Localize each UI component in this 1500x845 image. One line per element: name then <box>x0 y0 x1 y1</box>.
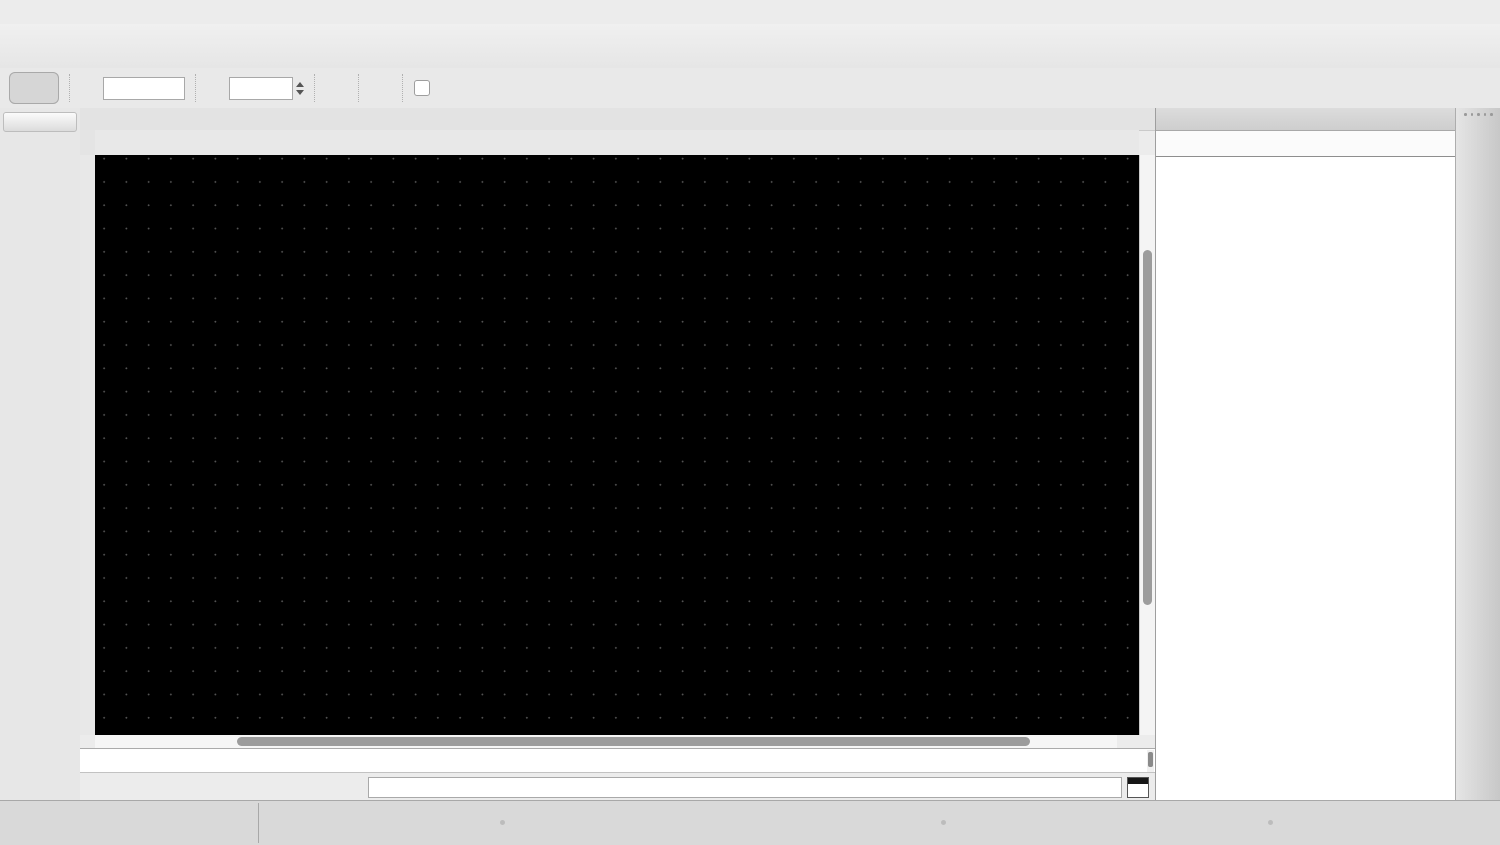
vertical-ruler <box>80 155 96 735</box>
command-input[interactable] <box>368 777 1122 798</box>
clipping-checkbox[interactable] <box>414 80 430 96</box>
horizontal-scrollbar-row <box>80 735 1155 748</box>
status-dot <box>1268 820 1273 825</box>
command-history <box>80 748 1155 773</box>
keyboard-toggle-button[interactable] <box>1127 777 1149 798</box>
number-input[interactable] <box>229 76 293 100</box>
statusbar-divider <box>258 803 259 843</box>
horizontal-ruler <box>95 130 1139 156</box>
status-bar <box>0 800 1500 845</box>
separator <box>402 74 404 102</box>
drawing-canvas[interactable] <box>95 155 1139 735</box>
tool-options-toolbar <box>0 68 1500 109</box>
main-toolbar <box>0 24 1500 68</box>
status-dot <box>500 820 505 825</box>
command-prompt-row <box>80 772 1155 801</box>
number-stepper[interactable] <box>296 80 304 96</box>
vertical-scrollbar[interactable] <box>1139 155 1156 735</box>
dock-widget-strip <box>1455 108 1500 800</box>
separator <box>195 74 197 102</box>
dock-drag-handle[interactable] <box>1456 113 1500 116</box>
document-tab-bar <box>80 108 1155 131</box>
horizontal-scrollbar-thumb[interactable] <box>237 737 1030 746</box>
separator <box>358 74 360 102</box>
menu-bar <box>0 0 1500 24</box>
offset-tool-button[interactable] <box>9 72 59 104</box>
status-dot <box>941 820 946 825</box>
vertical-scrollbar-thumb[interactable] <box>1143 250 1152 605</box>
ruler-corner <box>80 130 95 156</box>
layer-list-panel <box>1155 108 1456 800</box>
separator <box>314 74 316 102</box>
command-history-scrollbar[interactable] <box>1147 750 1154 772</box>
separator <box>69 74 71 102</box>
distance-input[interactable] <box>103 76 185 100</box>
layer-panel-header <box>1156 108 1456 131</box>
horizontal-scrollbar[interactable] <box>95 735 1117 748</box>
palette-back-button[interactable] <box>3 112 77 132</box>
layer-panel-toolbar <box>1156 131 1456 157</box>
modify-tool-palette <box>0 108 80 800</box>
